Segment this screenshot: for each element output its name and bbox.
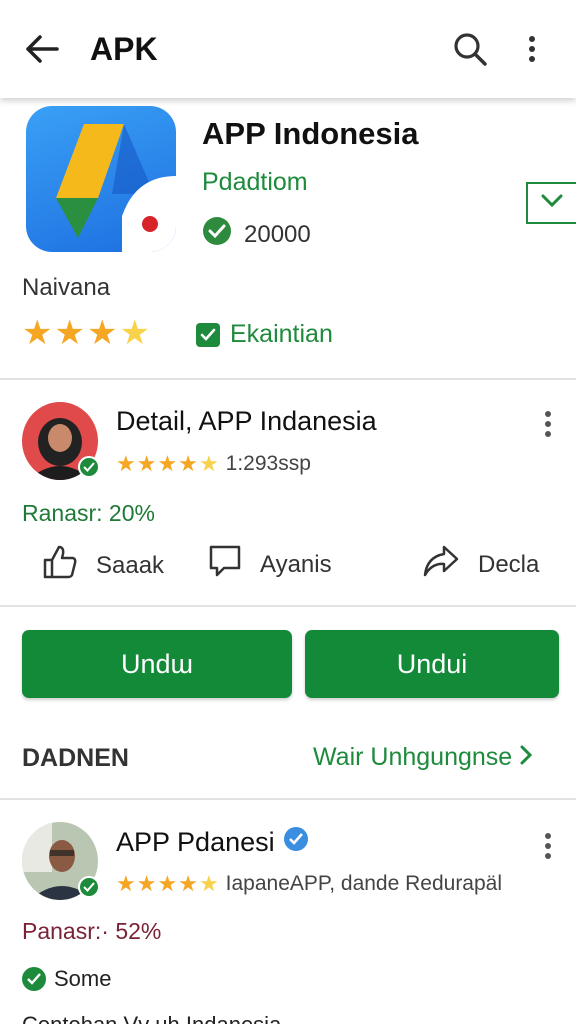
top-app-bar: APK [0,0,576,98]
thumbs-up-icon [42,544,96,587]
more-vert-icon[interactable] [536,406,560,442]
app-header: APP Indonesia Pdadtiom 20000 Naivana ★ ★… [0,98,576,380]
back-arrow-icon[interactable] [22,29,62,69]
divider [0,605,576,607]
star-icon: ★ [178,871,198,896]
review-title: Detail, APP Indanesia [116,406,377,436]
review-meta: ★ ★ ★ ★ ★ IapaneAPP, dande Redurapäl [116,872,502,896]
more-vert-icon[interactable] [536,828,560,864]
app-developer-link[interactable]: Pdadtiom [202,168,308,197]
more-vert-icon[interactable] [510,27,554,71]
avatar[interactable] [22,822,100,900]
section-link-label: Wair Unhgungnse [313,743,513,771]
star-icon: ★ [22,314,53,352]
share-action[interactable]: Decla [422,544,539,585]
chevron-right-icon [520,743,533,772]
star-half-icon: ★ [119,314,150,352]
review-stat: Ranasr: 20% [22,500,155,526]
download-button-left[interactable]: Undɯ [22,630,292,698]
download-count-value: 20000 [244,220,311,248]
star-icon: ★ [116,871,136,896]
tag-label: Some [54,966,112,991]
blue-verified-icon [283,826,309,859]
verified-badge: Ekaintian [196,320,333,349]
verified-check-icon [78,876,100,898]
review-meta-text: 1:293ssp [225,452,311,475]
tag-row: Some [22,966,111,992]
page-title: APK [90,30,158,67]
check-circle-icon [202,216,232,253]
star-icon: ★ [157,871,178,896]
star-half-icon: ★ [198,871,219,896]
star-icon: ★ [157,451,178,476]
app-name: APP Indonesia [202,116,419,151]
verified-check-icon [78,456,100,478]
star-icon: ★ [136,871,157,896]
section-see-all-link[interactable]: Wair Unhgungnse [313,743,533,772]
review-title-text: APP Pdanesi [116,827,275,857]
like-label: Saaak [96,551,165,579]
star-icon: ★ [136,451,157,476]
checkbox-icon [196,322,220,347]
badge-label: Ekaintian [230,320,333,348]
app-sub-label: Naivana [22,274,111,301]
like-action[interactable]: Saaak [42,544,164,587]
download-button-right[interactable]: Undui [305,630,559,698]
star-half-icon: ★ [198,451,219,476]
star-icon: ★ [86,314,118,352]
review-meta-text: IapaneAPP, dande Redurapäl [225,872,503,895]
search-icon[interactable] [448,27,492,71]
review-meta: ★ ★ ★ ★ ★ 1:293ssp [116,452,311,476]
star-icon: ★ [116,451,136,476]
cut-off-line: Contohan Vv uh Indanesia [22,1012,542,1024]
chevron-down-icon [541,194,563,213]
comment-label: Ayanis [260,550,332,578]
action-row: Saaak Ayanis Decla [0,544,576,588]
app-logo-icon [26,106,176,252]
app-rating-stars: ★ ★ ★ ★ [22,316,152,350]
check-circle-icon [22,967,46,991]
share-label: Decla [478,550,540,578]
star-icon: ★ [178,451,198,476]
avatar[interactable] [22,402,100,480]
expand-button[interactable] [526,182,576,224]
comment-action[interactable]: Ayanis [208,544,332,585]
comment-icon [208,544,260,585]
download-count: 20000 [202,216,311,253]
review-title: APP Pdanesi [116,826,309,859]
share-icon [422,544,478,585]
review-stat: Panasr:· 52% [22,918,162,944]
section-title: DADNEN [22,744,129,772]
star-icon: ★ [54,314,85,352]
